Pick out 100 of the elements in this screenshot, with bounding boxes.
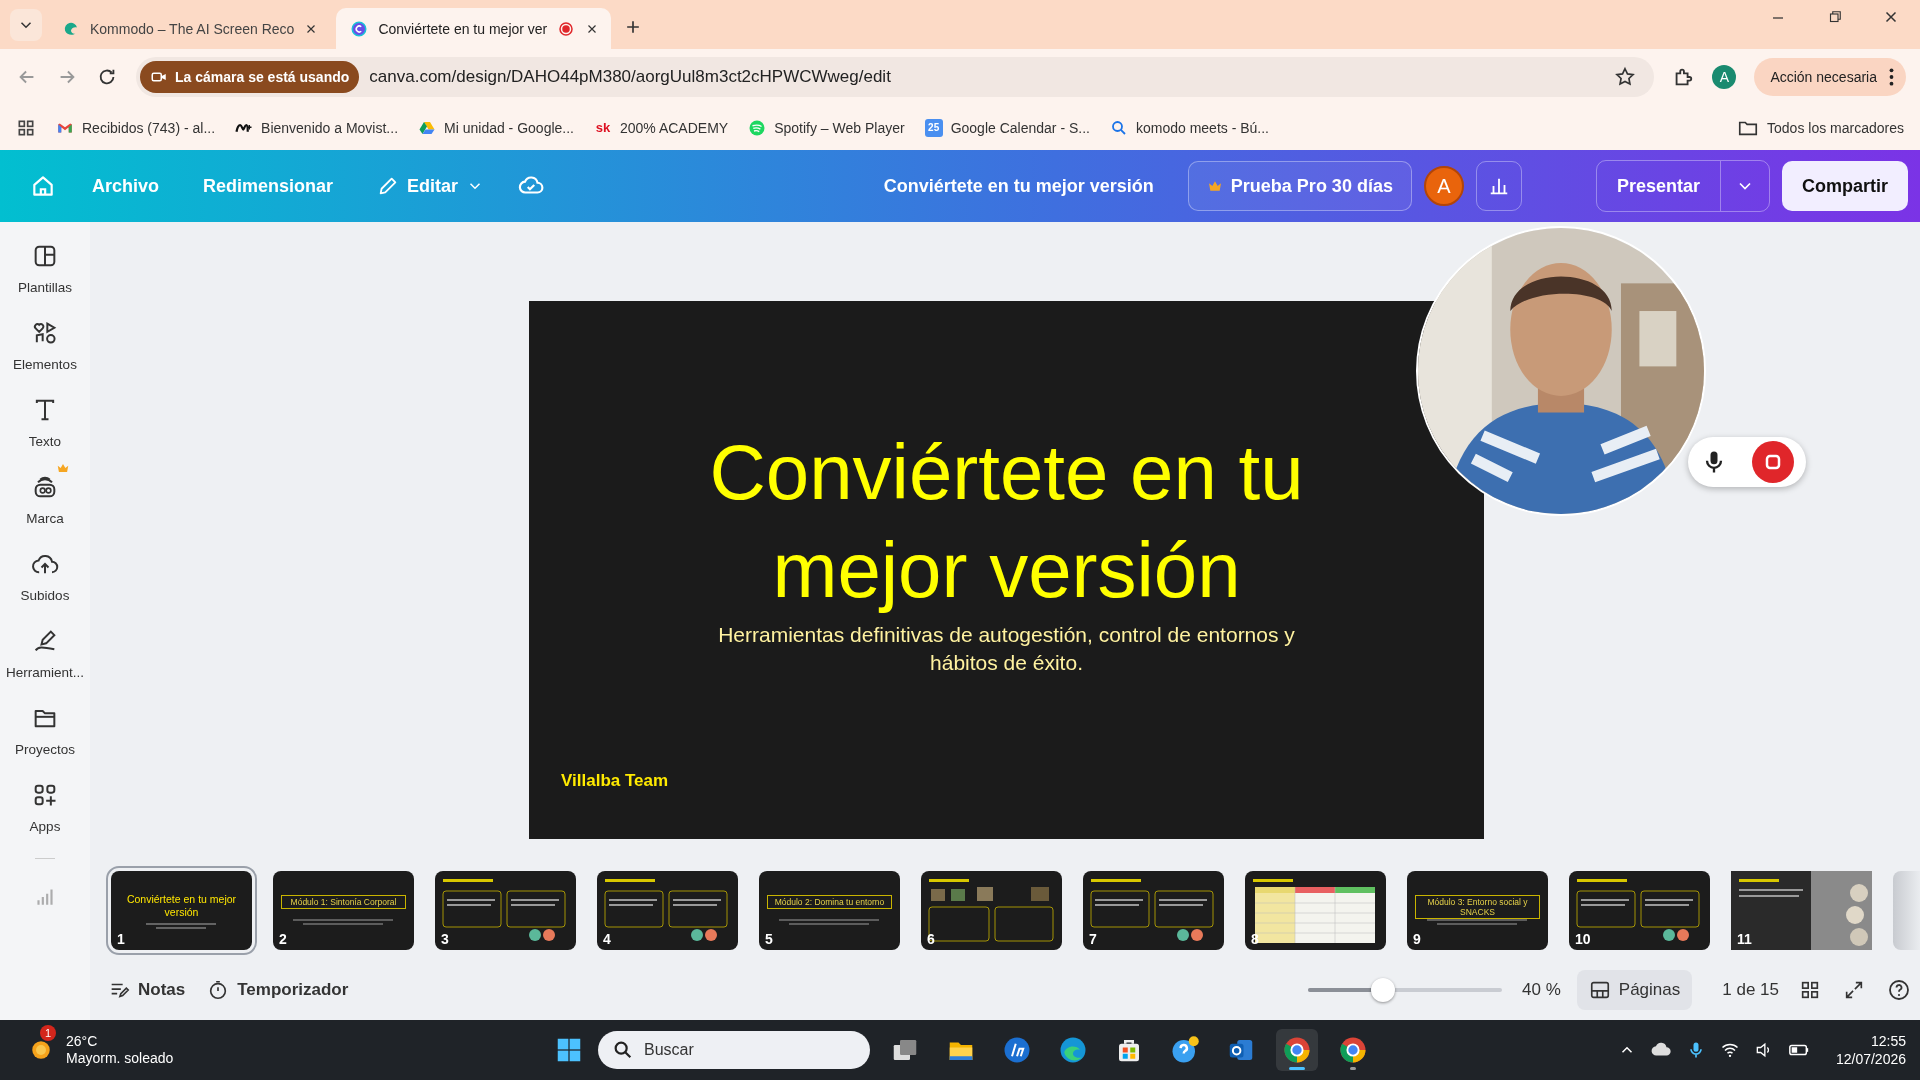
slide-number: 1 — [117, 930, 125, 947]
slide-number: 4 — [603, 930, 611, 947]
help-icon[interactable] — [1887, 978, 1911, 1002]
share-button[interactable]: Compartir — [1782, 161, 1908, 211]
slide-number: 3 — [441, 930, 449, 947]
slide-thumbnail[interactable]: 6 — [921, 870, 1062, 950]
sidebar-item[interactable]: Elementos — [0, 319, 90, 372]
bookmark-item[interactable]: sk 200% ACADEMY — [594, 118, 729, 137]
bookmark-item[interactable]: komodo meets - Bú... — [1109, 118, 1269, 137]
taskbar-app[interactable] — [1276, 1029, 1318, 1071]
slide-thumbnail[interactable]: 8 — [1245, 870, 1386, 950]
more-icon — [1889, 68, 1894, 86]
sidebar-item[interactable]: Plantillas — [0, 242, 90, 295]
slide-thumbnail[interactable]: 4 — [597, 870, 738, 950]
slide-number: 7 — [1089, 930, 1097, 947]
slide-subtitle[interactable]: Herramientas definitivas de autogestión, control de entornos y hábitos de éxito. — [691, 621, 1322, 677]
sidebar-item[interactable]: Herramient... — [0, 627, 90, 680]
timer-button[interactable]: Temporizador — [207, 979, 349, 1001]
search-field[interactable]: Buscar — [598, 1031, 870, 1069]
wave-logo-icon — [1058, 1035, 1088, 1065]
bookmark-logo: 25 — [924, 118, 943, 137]
bookmark-item[interactable]: Bienvenido a Movist... — [235, 118, 399, 137]
slide-number: 10 — [1575, 930, 1591, 947]
zoom-percentage[interactable]: 40 % — [1522, 980, 1561, 1000]
bookmark-item[interactable]: Recibidos (743) - al... — [56, 118, 216, 137]
browser-logo-icon — [1338, 1035, 1368, 1065]
thumbnail-title: Módulo 2: Domina tu entorno — [767, 894, 892, 909]
slide-thumbnail[interactable]: Módulo 2: Domina tu entorno 5 — [759, 870, 900, 950]
slide-number: 2 — [279, 930, 287, 947]
bookmark-label: komodo meets - Bú... — [1135, 119, 1269, 136]
tab-title: Kommodo – The AI Screen Reco — [90, 20, 295, 37]
pro-trial-button[interactable]: Prueba Pro 30 días — [1187, 161, 1412, 211]
url-text: canva.com/design/DAHO44pM380/aorgUul8m3ct2cHPWCWweg/edit — [369, 67, 892, 87]
sound-waves-logo-icon — [748, 118, 767, 137]
slider-thumb[interactable] — [1370, 978, 1395, 1002]
slide-number: 8 — [1251, 930, 1259, 947]
pages-icon — [1588, 979, 1611, 1001]
action-needed-button[interactable]: Acción necesaria — [1754, 58, 1906, 96]
sidebar-item[interactable]: Subidos — [0, 550, 90, 603]
slide-thumbnail[interactable]: Módulo 1: Sintonía Corporal 2 — [273, 870, 414, 950]
slide-number: 11 — [1737, 930, 1752, 947]
insights-button[interactable] — [1475, 161, 1522, 211]
slide-thumbnail[interactable]: 10 — [1569, 870, 1710, 950]
bookmark-item[interactable]: 25 Google Calendar - S... — [924, 118, 1090, 137]
bookmark-label: 200% ACADEMY — [620, 119, 729, 136]
notes-button[interactable]: Notas — [108, 979, 186, 1001]
sidebar-item[interactable]: Proyectos — [0, 704, 90, 757]
slide-number: 5 — [765, 930, 773, 947]
notification-badge: 1 — [40, 1025, 56, 1041]
document-title[interactable]: Conviértete en tu mejor versión — [883, 175, 1154, 197]
bookmark-folder[interactable]: Todos los marcadores — [1737, 116, 1904, 139]
thumbnail-title: Módulo 1: Sintonía Corporal — [281, 894, 406, 909]
search-icon — [612, 1039, 634, 1061]
slide-number: 9 — [1413, 930, 1421, 947]
sidebar-item[interactable]: Apps — [0, 781, 90, 834]
slide-thumbnail[interactable] — [1893, 870, 1920, 950]
badge-label: La cámara se está usando — [175, 69, 350, 85]
browser-tab[interactable]: Conviértete en tu mejor ver — [336, 8, 612, 49]
c-logo-icon — [350, 19, 369, 38]
thumbnail-title: Conviértete en tu mejor versión — [125, 892, 238, 919]
slide-footer-text[interactable]: Villalba Team — [561, 771, 669, 791]
slide-thumbnail[interactable]: Módulo 3: Entorno social y SNACKS 9 — [1407, 870, 1548, 950]
thumbnail-title: Módulo 3: Entorno social y SNACKS — [1415, 894, 1540, 919]
bookmark-label: Bienvenido a Movist... — [261, 119, 399, 136]
zoom-slider[interactable] — [1308, 978, 1503, 1002]
bookmark-logo: sk — [594, 119, 612, 137]
slide-thumbnail[interactable]: 3 — [435, 870, 576, 950]
bookmark-label: Recibidos (743) - al... — [82, 119, 216, 136]
bookmark-label: Mi unidad - Google... — [444, 119, 574, 136]
bookmark-item[interactable]: Mi unidad - Google... — [418, 118, 574, 137]
search-icon — [1109, 118, 1128, 137]
bookmark-label: Google Calendar - S... — [950, 119, 1090, 136]
slide-canvas[interactable]: Conviértete en tu mejor versión Herramientas definitivas de autogestión, control de entornos y hábitos de éxito. Villalba Team — [529, 301, 1484, 839]
bookmark-label: Spotify – Web Player — [774, 119, 905, 136]
browser-logo-icon — [1282, 1035, 1312, 1065]
bookmark-star-icon[interactable] — [1614, 66, 1637, 88]
clock-date[interactable]: 12/07/2026 — [1835, 1050, 1906, 1068]
bookmark-item[interactable]: Spotify – Web Player — [748, 118, 905, 137]
slide-thumbnail[interactable]: Conviértete en tu mejor versión 1 — [111, 870, 252, 950]
slide-thumbnail[interactable]: 11 — [1731, 870, 1872, 950]
clock-time[interactable]: 12:55 — [1870, 1032, 1906, 1050]
camera-in-use-badge[interactable]: La cámara se está usando — [140, 61, 360, 93]
sidebar-item[interactable]: Marca — [0, 473, 90, 526]
help-icon — [1170, 1035, 1200, 1065]
bookmark-label: Todos los marcadores — [1767, 119, 1904, 136]
sidebar-item[interactable]: Texto — [0, 396, 90, 449]
tab-title: Conviértete en tu mejor ver — [378, 20, 548, 37]
stop-recording-button[interactable] — [1752, 441, 1794, 483]
round-logo-icon — [1002, 1035, 1032, 1065]
temperature-text: 26°C — [66, 1033, 99, 1050]
pages-button[interactable]: Páginas — [1576, 970, 1693, 1010]
grid-view-icon[interactable] — [1799, 979, 1821, 1001]
slide-title[interactable]: Conviértete en tu mejor versión — [646, 423, 1367, 619]
page-counter: 1 de 15 — [1722, 980, 1779, 1000]
slide-thumbnail[interactable]: 7 — [1083, 870, 1224, 950]
fullscreen-icon[interactable] — [1843, 979, 1865, 1001]
address-bar[interactable]: La cámara se está usando canva.com/design/DAHO44pM380/aorgUul8m3ct2cHPWCWweg/edit — [136, 57, 1655, 97]
browser-tab[interactable]: Kommodo – The AI Screen Reco — [48, 8, 331, 49]
profile-avatar[interactable]: A — [1712, 65, 1737, 89]
weather-condition: Mayorm. soleado — [66, 1050, 174, 1067]
